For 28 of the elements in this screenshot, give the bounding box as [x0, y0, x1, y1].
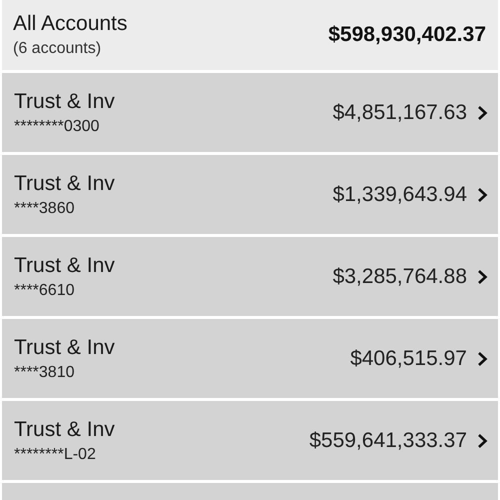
chevron-right-icon: [477, 350, 488, 366]
account-row[interactable]: Trust & Inv ****3810 $406,515.97: [2, 319, 498, 398]
account-name: Trust & Inv: [14, 418, 115, 442]
account-row[interactable]: Trust & Inv ********L-02 $559,641,333.37: [2, 401, 498, 480]
account-row[interactable]: Trust & Inv ****3860 $1,339,643.94: [2, 155, 498, 234]
chevron-right-icon: [477, 432, 488, 448]
account-balance: $406,515.97: [350, 346, 467, 370]
account-name: Trust & Inv: [14, 254, 115, 278]
chevron-right-icon: [477, 268, 488, 284]
account-number: ********0300: [14, 118, 100, 136]
account-name: Trust & Inv: [14, 336, 115, 360]
account-balance: $559,641,333.37: [309, 428, 467, 452]
account-balance: $4,851,167.63: [332, 100, 467, 124]
account-balance: $1,339,643.94: [332, 182, 467, 206]
total-balance: $598,930,402.37: [328, 23, 486, 47]
account-count: (6 accounts): [13, 40, 102, 58]
account-number: ****3810: [14, 364, 76, 382]
account-number: ****3860: [14, 200, 76, 218]
summary-title: All Accounts: [13, 12, 128, 36]
chevron-right-icon: [477, 104, 488, 120]
account-number: ****6610: [14, 282, 76, 300]
account-balance: $3,285,764.88: [332, 264, 467, 288]
account-number: ********L-02: [14, 446, 97, 464]
account-name: Trust & Inv: [14, 172, 115, 196]
account-row[interactable]: Trust & Inv ****6610 $3,285,764.88: [2, 237, 498, 316]
chevron-right-icon: [477, 186, 488, 202]
account-name: Trust & Inv: [14, 90, 115, 114]
account-row[interactable]: Trust & Inv ********0300 $4,851,167.63: [2, 73, 498, 152]
